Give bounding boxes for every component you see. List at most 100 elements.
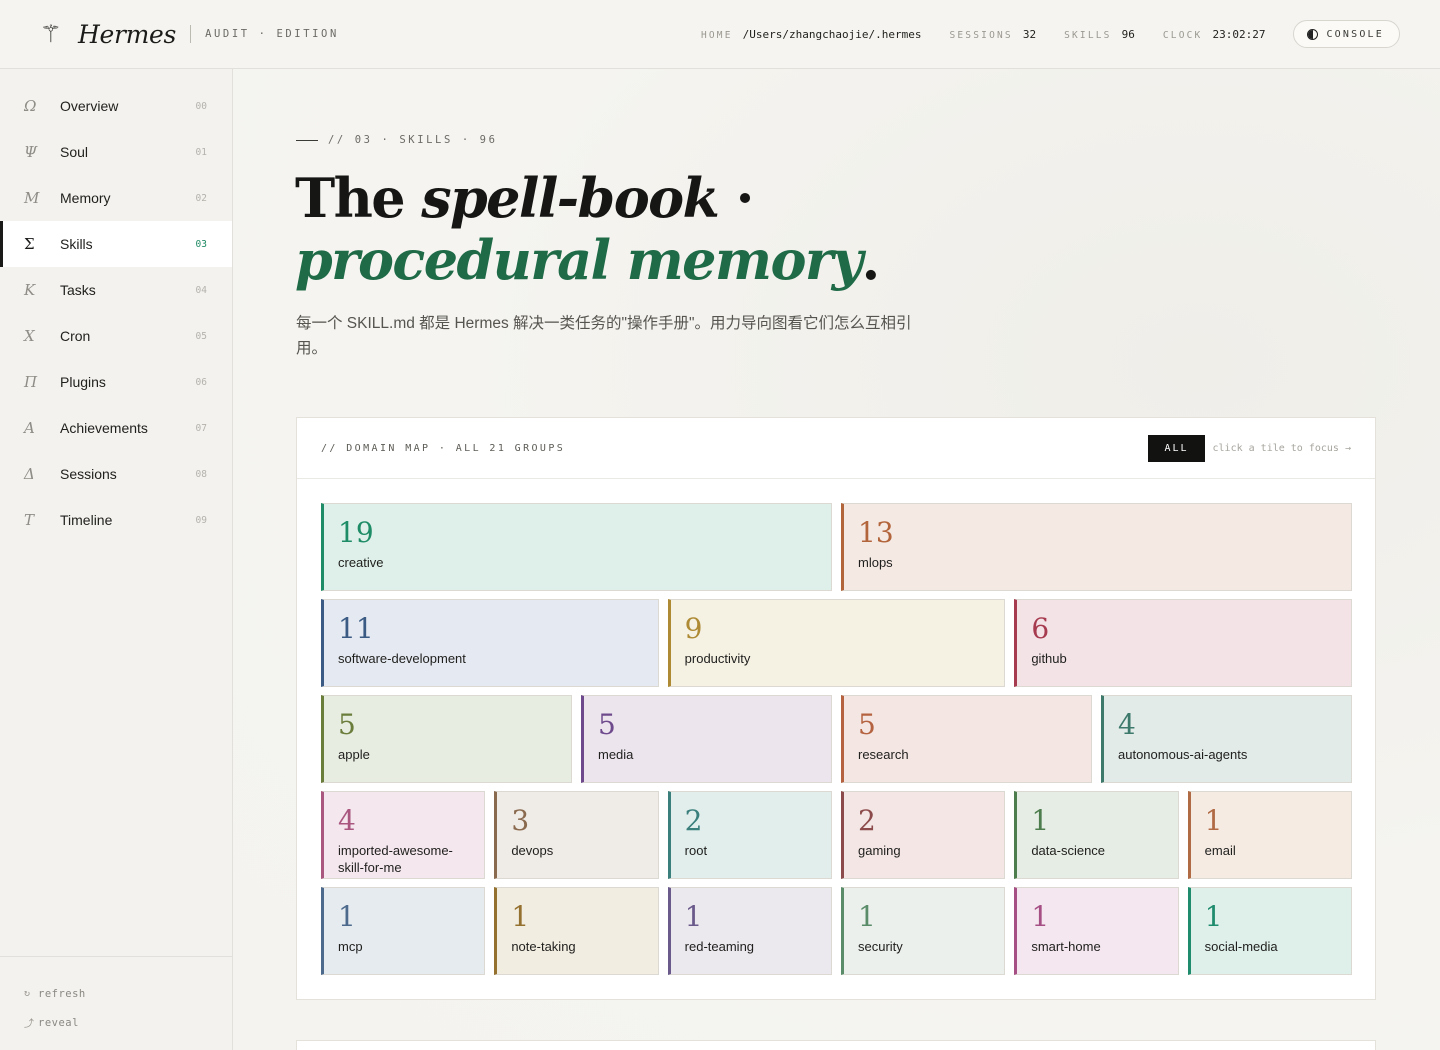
page-title: The spell-book · procedural memory. bbox=[295, 167, 1195, 291]
domain-tile-research[interactable]: 5 research bbox=[841, 695, 1092, 783]
header-stats: HOME /Users/zhangchaojie/.hermes SESSION… bbox=[701, 0, 1440, 69]
domain-tile-note-taking[interactable]: 1 note-taking bbox=[494, 887, 659, 975]
tile-name: root bbox=[684, 843, 708, 858]
tile-count: 5 bbox=[858, 708, 876, 741]
sidebar-item-sessions[interactable]: Δ Sessions 08 bbox=[0, 451, 232, 497]
domain-tile-creative[interactable]: 19 creative bbox=[321, 503, 832, 591]
domain-tile-social-media[interactable]: 1 social-media bbox=[1187, 887, 1352, 975]
brand-divider bbox=[190, 25, 192, 43]
tile-name: software-development bbox=[338, 651, 466, 666]
domain-tile-red-teaming[interactable]: 1 red-teaming bbox=[667, 887, 832, 975]
domain-tile-email[interactable]: 1 email bbox=[1187, 791, 1352, 879]
tile-name: social-media bbox=[1204, 939, 1278, 954]
nav-glyph-icon: Ω bbox=[24, 97, 37, 115]
sidebar-item-label: Memory bbox=[60, 190, 111, 206]
all-filter-button[interactable]: ALL bbox=[1148, 434, 1205, 462]
sidebar-item-cron[interactable]: X Cron 05 bbox=[0, 313, 232, 359]
sidebar-item-soul[interactable]: Ψ Soul 01 bbox=[0, 129, 232, 175]
sidebar: Ω Overview 00 Ψ Soul 01 M Memory 02 Σ Skills 03 K Tas… bbox=[0, 69, 233, 1050]
tile-name: media bbox=[598, 747, 634, 762]
contrast-icon bbox=[1307, 28, 1319, 40]
domain-tile-media[interactable]: 5 media bbox=[581, 695, 832, 783]
sidebar-nav: Ω Overview 00 Ψ Soul 01 M Memory 02 Σ Skills 03 K Tas… bbox=[0, 69, 232, 543]
domain-tile-mcp[interactable]: 1 mcp bbox=[321, 887, 486, 975]
sidebar-item-label: Plugins bbox=[60, 374, 106, 390]
domain-tile-apple[interactable]: 5 apple bbox=[321, 695, 572, 783]
tile-count: 4 bbox=[1118, 708, 1136, 741]
sidebar-item-label: Achievements bbox=[60, 420, 148, 436]
sidebar-item-label: Overview bbox=[60, 98, 119, 114]
nav-glyph-icon: Σ bbox=[24, 235, 35, 253]
sidebar-item-label: Tasks bbox=[60, 282, 96, 298]
reveal-link[interactable]: ⤴ reveal bbox=[24, 1008, 232, 1037]
sidebar-item-timeline[interactable]: T Timeline 09 bbox=[0, 497, 232, 543]
domain-tile-gaming[interactable]: 2 gaming bbox=[841, 791, 1006, 879]
sidebar-item-label: Cron bbox=[60, 328, 91, 344]
title-plain: The bbox=[295, 166, 422, 230]
domain-tile-security[interactable]: 1 security bbox=[841, 887, 1006, 975]
domain-tile-devops[interactable]: 3 devops bbox=[494, 791, 659, 879]
stat-value: /Users/zhangchaojie/.hermes bbox=[742, 27, 922, 41]
sidebar-item-skills[interactable]: Σ Skills 03 bbox=[0, 221, 232, 267]
domain-tile-mlops[interactable]: 13 mlops bbox=[841, 503, 1352, 591]
panel-hint: click a tile to focus → bbox=[1212, 442, 1351, 454]
panel-title: // DOMAIN MAP · ALL 21 GROUPS bbox=[321, 442, 566, 454]
domain-map-panel: // DOMAIN MAP · ALL 21 GROUPS ALL click … bbox=[296, 417, 1376, 1000]
console-button[interactable]: CONSOLE bbox=[1293, 20, 1400, 48]
brand[interactable]: ⚚ Hermes AUDIT · EDITION bbox=[40, 0, 339, 69]
tile-count: 1 bbox=[1031, 900, 1050, 933]
nav-glyph-icon: K bbox=[24, 281, 36, 299]
sidebar-item-label: Skills bbox=[60, 236, 93, 252]
stat-skills: SKILLS 96 bbox=[1064, 28, 1135, 41]
tile-name: note-taking bbox=[511, 939, 576, 954]
nav-glyph-icon: X bbox=[24, 327, 35, 345]
nav-glyph-icon: M bbox=[24, 189, 40, 207]
sidebar-item-label: Sessions bbox=[60, 466, 117, 482]
tile-count: 11 bbox=[338, 612, 374, 645]
domain-tile-data-science[interactable]: 1 data-science bbox=[1014, 791, 1179, 879]
edition-label: AUDIT · EDITION bbox=[205, 28, 339, 40]
tile-name: mlops bbox=[858, 555, 893, 570]
section-kicker: // 03 · SKILLS · 96 bbox=[296, 134, 498, 146]
tile-name: data-science bbox=[1031, 843, 1106, 858]
tile-count: 3 bbox=[511, 804, 530, 837]
tile-count: 4 bbox=[338, 804, 356, 837]
domain-tile-github[interactable]: 6 github bbox=[1014, 599, 1352, 687]
domain-tile-smart-home[interactable]: 1 smart-home bbox=[1014, 887, 1179, 975]
sidebar-item-overview[interactable]: Ω Overview 00 bbox=[0, 83, 232, 129]
title-mid: · bbox=[718, 166, 755, 230]
console-label: CONSOLE bbox=[1326, 28, 1384, 40]
domain-tile-autonomous-ai-agents[interactable]: 4 autonomous-ai-agents bbox=[1101, 695, 1352, 783]
tile-name: research bbox=[858, 747, 909, 762]
nav-glyph-icon: Ψ bbox=[24, 143, 38, 161]
refresh-link[interactable]: ↻ refresh bbox=[24, 979, 232, 1008]
stat-clock: CLOCK 23:02:27 bbox=[1163, 28, 1266, 41]
title-green: procedural memory bbox=[295, 228, 863, 292]
sidebar-item-number: 07 bbox=[195, 422, 207, 434]
sidebar-item-number: 04 bbox=[195, 284, 207, 296]
sidebar-item-memory[interactable]: M Memory 02 bbox=[0, 175, 232, 221]
domain-tile-software-development[interactable]: 11 software-development bbox=[321, 599, 659, 687]
domain-tile-productivity[interactable]: 9 productivity bbox=[667, 599, 1006, 687]
caduceus-icon: ⚚ bbox=[40, 20, 62, 48]
sidebar-item-number: 09 bbox=[195, 514, 207, 526]
stat-sessions: SESSIONS 32 bbox=[949, 28, 1036, 41]
stat-label: HOME bbox=[700, 29, 733, 41]
tile-count: 1 bbox=[1031, 804, 1050, 837]
sidebar-item-number: 05 bbox=[195, 330, 207, 342]
tile-count: 2 bbox=[684, 804, 703, 837]
tile-name: apple bbox=[338, 747, 370, 762]
sidebar-item-achievements[interactable]: A Achievements 07 bbox=[0, 405, 232, 451]
stat-label: SKILLS bbox=[1064, 29, 1112, 41]
stat-label: SESSIONS bbox=[949, 29, 1013, 41]
sidebar-item-plugins[interactable]: Π Plugins 06 bbox=[0, 359, 232, 405]
domain-tile-root[interactable]: 2 root bbox=[667, 791, 832, 879]
tile-name: email bbox=[1204, 843, 1236, 858]
tile-count: 1 bbox=[511, 900, 530, 933]
main-content: // 03 · SKILLS · 96 The spell-book · pro… bbox=[233, 69, 1440, 1050]
domain-tile-imported-awesome-skill-for-me[interactable]: 4 imported-awesome-skill-for-me bbox=[321, 791, 486, 879]
sidebar-item-label: Soul bbox=[60, 144, 89, 160]
tile-name: security bbox=[858, 939, 903, 954]
tile-count: 19 bbox=[338, 516, 374, 549]
sidebar-item-tasks[interactable]: K Tasks 04 bbox=[0, 267, 232, 313]
